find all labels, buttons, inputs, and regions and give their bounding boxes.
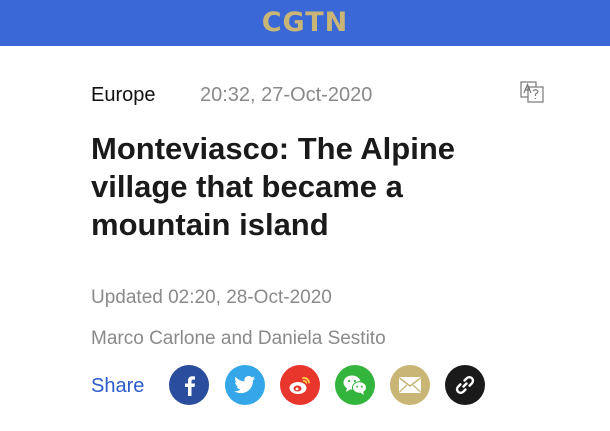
- email-icon: [398, 376, 422, 394]
- share-label: Share: [91, 375, 145, 397]
- wechat-icon: [342, 374, 368, 396]
- twitter-share-button[interactable]: [225, 365, 265, 405]
- wechat-share-button[interactable]: [335, 365, 375, 405]
- weibo-icon: [288, 374, 312, 396]
- weibo-share-button[interactable]: [280, 365, 320, 405]
- facebook-icon: [178, 374, 200, 396]
- share-bar: Share: [91, 365, 511, 407]
- publish-time: 20:32, 27-Oct-2020: [200, 84, 373, 106]
- link-icon: [454, 374, 476, 396]
- article-title: Monteviasco: The Alpine village that bec…: [91, 131, 456, 242]
- site-header: CGTN: [0, 0, 610, 46]
- facebook-share-button[interactable]: [169, 365, 209, 405]
- article-authors: Marco Carlone and Daniela Sestito: [91, 328, 386, 349]
- article-meta: Europe 20:32, 27-Oct-2020: [91, 82, 551, 108]
- category-label[interactable]: Europe: [91, 82, 156, 108]
- twitter-icon: [234, 375, 256, 395]
- cgtn-logo[interactable]: CGTN: [262, 0, 349, 46]
- translate-icon[interactable]: [520, 81, 544, 103]
- email-share-button[interactable]: [390, 365, 430, 405]
- updated-time: Updated 02:20, 28-Oct-2020: [91, 287, 332, 308]
- copy-link-button[interactable]: [445, 365, 485, 405]
